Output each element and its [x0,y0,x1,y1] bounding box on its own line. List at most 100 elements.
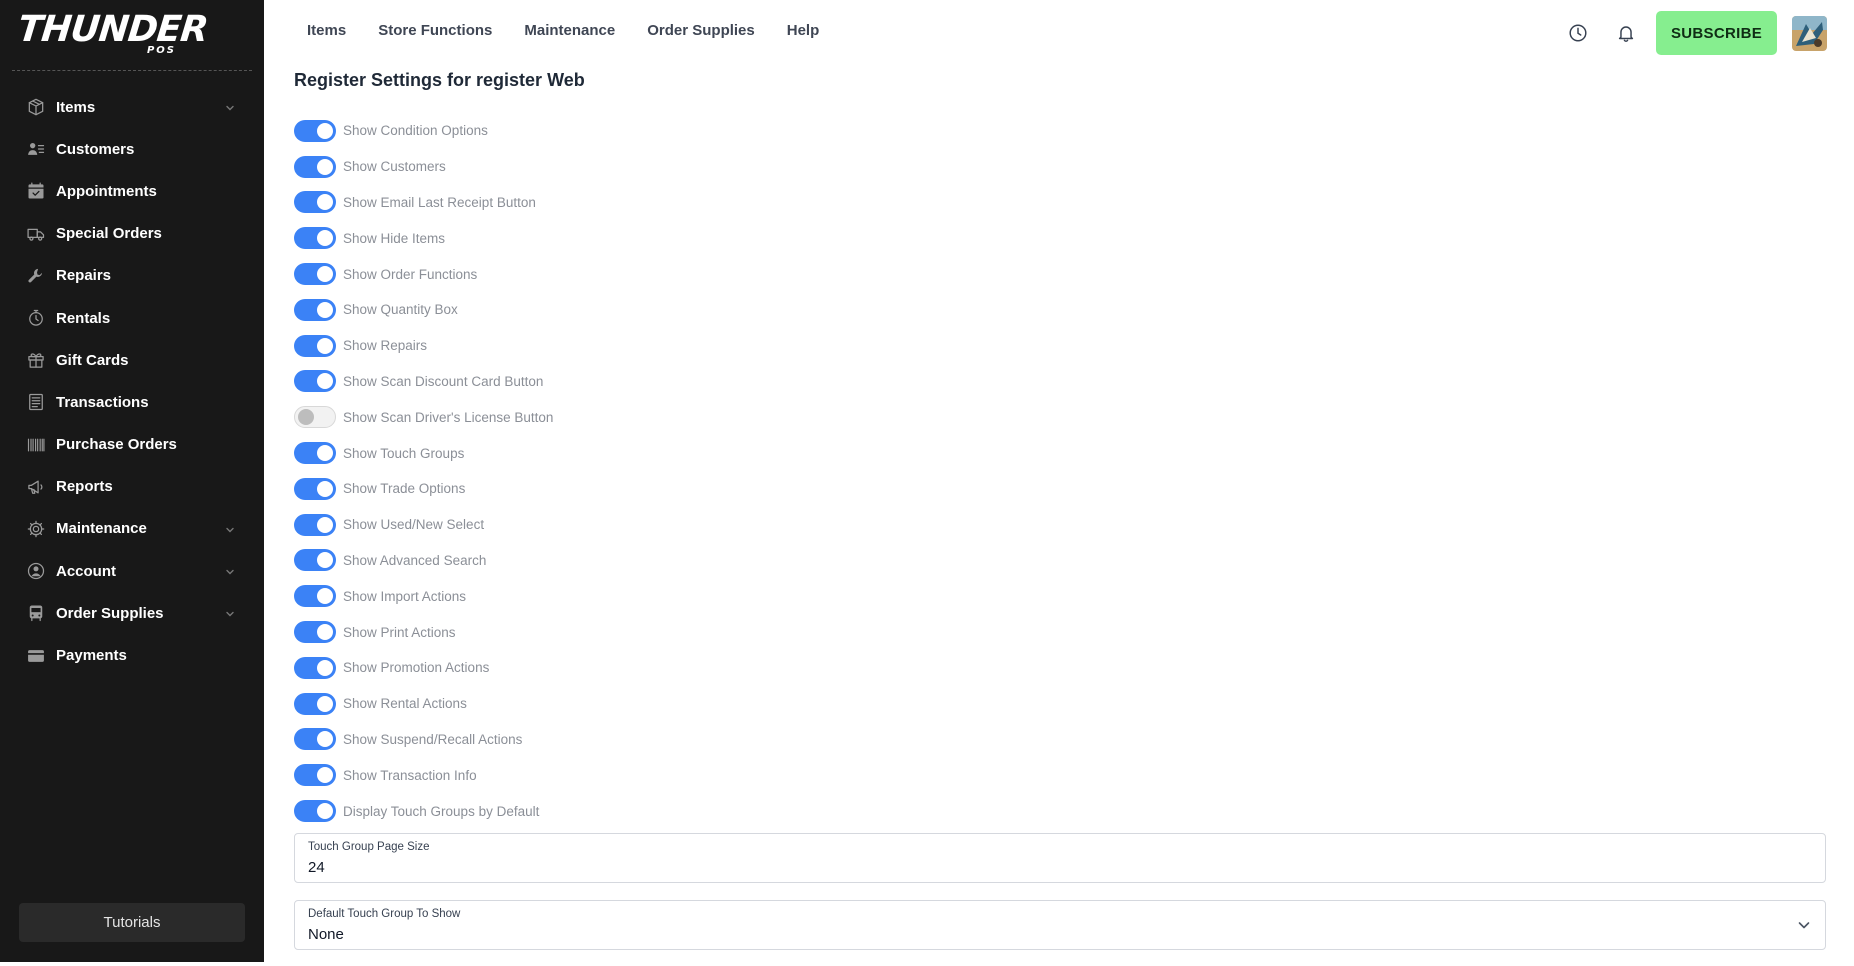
chevron-down-icon[interactable] [224,607,236,619]
history-clock-icon[interactable] [1567,22,1589,44]
receipt-icon [25,391,47,413]
toggle-switch[interactable] [294,442,336,465]
sidebar-item-rentals[interactable]: Rentals [0,297,264,339]
sidebar-item-repairs[interactable]: Repairs [0,255,264,297]
sidebar-item-purchase-orders[interactable]: Purchase Orders [0,424,264,466]
toggle-label: Show Promotion Actions [343,660,490,676]
toggle-row: Show Quantity Box [294,292,994,328]
top-nav-store-functions[interactable]: Store Functions [378,22,492,44]
toggle-switch[interactable] [294,692,336,715]
customers-icon [25,138,47,160]
sidebar-item-appointments[interactable]: Appointments [0,170,264,212]
sidebar-item-transactions[interactable]: Transactions [0,381,264,423]
brand-name: THUNDER [15,9,210,50]
calendar-icon [25,180,47,202]
toggle-switch[interactable] [294,119,336,142]
toggle-switch[interactable] [294,370,336,393]
toggle-knob [317,552,333,569]
wrench-icon [25,265,47,287]
top-nav: Items Store Functions Maintenance Order Sup… [290,22,835,44]
sidebar: THUNDER POS Items Customers Appointments Sp… [0,0,264,962]
toggle-row: Show Promotion Actions [294,650,994,686]
toggle-switch[interactable] [294,227,336,250]
toggle-switch[interactable] [294,513,336,536]
toggle-row: Show Trade Options [294,471,994,507]
toggle-label: Show Order Functions [343,266,478,282]
top-nav-maintenance[interactable]: Maintenance [524,22,615,44]
gift-icon [25,349,47,371]
page-size-label: Touch Group Page Size [308,841,430,853]
sidebar-item-account[interactable]: Account [0,550,264,592]
sidebar-item-items[interactable]: Items [0,86,264,128]
sidebar-item-label: Items [56,98,96,116]
toggle-label: Show Import Actions [343,588,467,604]
toggle-switch[interactable] [294,334,336,357]
toggle-switch[interactable] [294,549,336,572]
toggle-label: Show Repairs [343,338,428,354]
toggle-label: Show Transaction Info [343,767,477,783]
top-nav-order-supplies[interactable]: Order Supplies [647,22,755,44]
toggle-knob [317,230,333,247]
chevron-down-icon[interactable] [224,565,236,577]
chevron-down-icon[interactable] [224,523,236,535]
sidebar-item-label: Purchase Orders [56,436,177,454]
tutorials-button[interactable]: Tutorials [19,903,245,942]
toggle-label: Show Touch Groups [343,445,465,461]
toggle-row: Show Advanced Search [294,543,994,579]
sidebar-item-gift-cards[interactable]: Gift Cards [0,339,264,381]
gear-icon [25,518,47,540]
subscribe-button[interactable]: SUBSCRIBE [1656,11,1777,55]
default-touch-group-select[interactable]: Default Touch Group To Show None [294,900,1826,950]
sidebar-item-maintenance[interactable]: Maintenance [0,508,264,550]
sidebar-item-label: Gift Cards [56,351,129,369]
toggle-knob [317,194,333,211]
barcode-icon [25,434,47,456]
sidebar-item-reports[interactable]: Reports [0,466,264,508]
toggle-switch[interactable] [294,155,336,178]
toggle-label: Show Print Actions [343,624,456,640]
toggle-knob [317,373,333,390]
toggle-knob [298,409,314,426]
toggle-knob [317,445,333,462]
toggle-row: Show Transaction Info [294,757,994,793]
bus-icon [25,602,47,624]
toggle-switch[interactable] [294,585,336,608]
toggle-switch[interactable] [294,191,336,214]
toggle-switch[interactable] [294,656,336,679]
user-circle-icon [25,560,47,582]
toggle-switch[interactable] [294,263,336,286]
toggle-switch[interactable] [294,621,336,644]
toggle-switch[interactable] [294,406,336,429]
toggle-knob [317,731,333,748]
bell-icon[interactable] [1615,22,1637,44]
sidebar-item-order-supplies[interactable]: Order Supplies [0,592,264,634]
toggle-knob [317,301,333,318]
toggle-row: Show Condition Options [294,113,994,149]
page-size-field[interactable]: Touch Group Page Size [294,833,1826,883]
toggle-row: Show Used/New Select [294,507,994,543]
chevron-down-icon[interactable] [224,101,236,113]
toggle-label: Show Scan Discount Card Button [343,373,544,389]
toggle-knob [317,480,333,497]
top-nav-help[interactable]: Help [787,22,820,44]
toggle-row: Show Customers [294,149,994,185]
brand-logo[interactable]: THUNDER POS [16,9,210,58]
avatar[interactable] [1792,16,1827,51]
toggle-knob [317,337,333,354]
toggle-switch[interactable] [294,477,336,500]
toggle-label: Show Customers [343,159,446,175]
sidebar-item-customers[interactable]: Customers [0,128,264,170]
toggle-row: Show Suspend/Recall Actions [294,722,994,758]
toggle-switch[interactable] [294,728,336,751]
page-size-input[interactable] [308,859,1708,876]
sidebar-item-payments[interactable]: Payments [0,634,264,676]
toggle-knob [317,158,333,175]
sidebar-divider [12,70,252,71]
toggle-switch[interactable] [294,298,336,321]
top-nav-items[interactable]: Items [307,22,346,44]
toggle-switch[interactable] [294,764,336,787]
sidebar-item-special-orders[interactable]: Special Orders [0,213,264,255]
credit-card-icon [25,645,47,667]
toggle-switch[interactable] [294,800,336,823]
toggle-row: Show Email Last Receipt Button [294,185,994,221]
